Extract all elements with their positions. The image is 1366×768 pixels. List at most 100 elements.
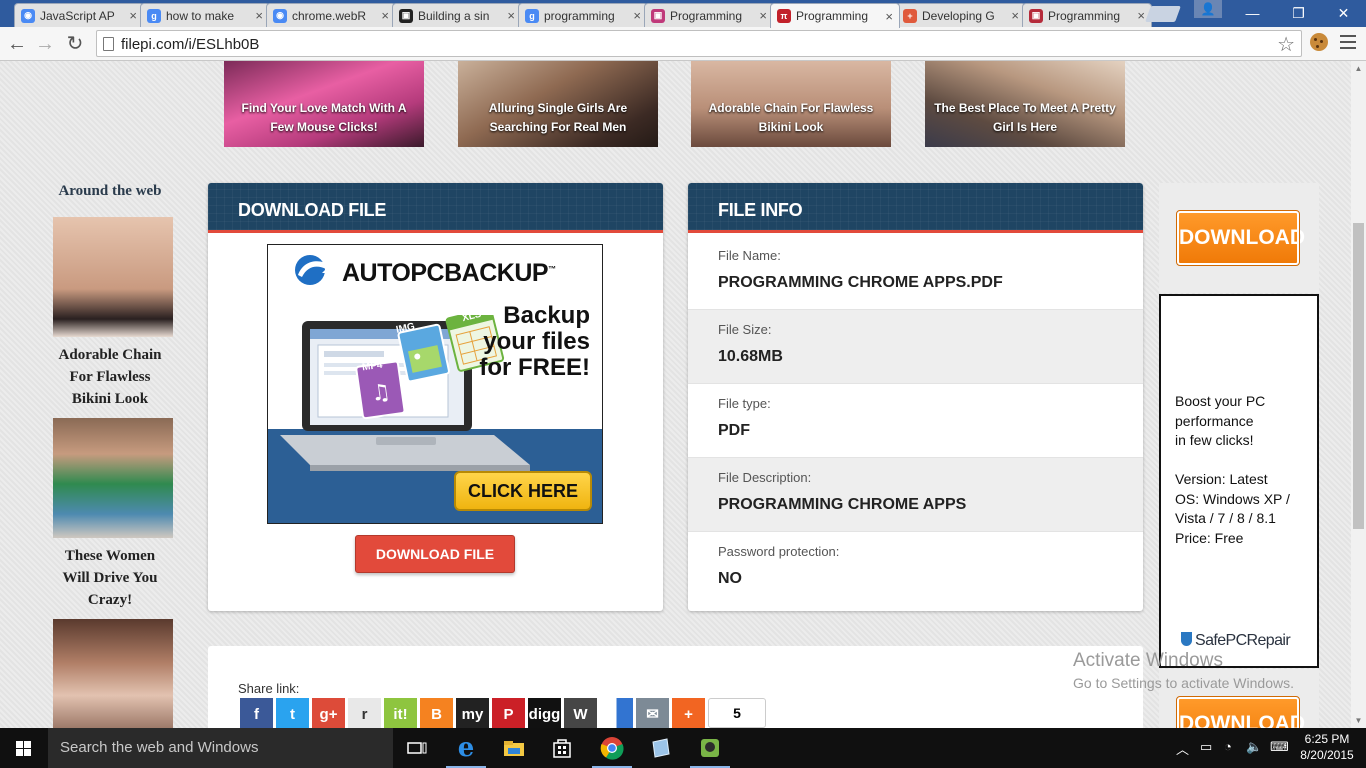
- promo-tile[interactable]: Adorable Chain For Flawless Bikini Look: [691, 61, 891, 147]
- download-file-button[interactable]: DOWNLOAD FILE: [355, 535, 515, 573]
- delicious-icon[interactable]: [600, 698, 633, 728]
- menu-icon[interactable]: [1340, 35, 1356, 49]
- around-web-caption[interactable]: These Women Will Drive You Crazy!: [50, 545, 170, 611]
- autopcbackup-ad[interactable]: AUTOPCBACKUP™ ♫ IMG XLS MP4 Backup your …: [267, 244, 603, 524]
- click-here-button[interactable]: CLICK HERE: [454, 471, 592, 511]
- address-url[interactable]: filepi.com/i/ESLhb0B: [121, 36, 259, 53]
- side-download-button[interactable]: DOWNLOAD: [1176, 210, 1305, 266]
- pi-icon: π: [777, 9, 791, 23]
- wordpress-icon[interactable]: W: [564, 698, 597, 728]
- edge-icon[interactable]: e: [442, 728, 490, 768]
- volume-icon[interactable]: 🔈: [1246, 739, 1262, 755]
- browser-tab[interactable]: ▣ Programming ×: [644, 3, 774, 27]
- info-value: PROGRAMMING CHROME APPS.PDF: [718, 274, 1003, 291]
- tab-close-icon[interactable]: ×: [1137, 8, 1145, 23]
- tab-close-icon[interactable]: ×: [129, 8, 137, 23]
- safepcrepair-logo: SafePCRepair: [1181, 632, 1291, 650]
- browser-tab[interactable]: + Developing G ×: [896, 3, 1026, 27]
- bookmark-star-icon[interactable]: ☆: [1277, 32, 1295, 57]
- wifi-icon[interactable]: ◔: [1224, 739, 1232, 754]
- promo-tile[interactable]: Find Your Love Match With A Few Mouse Cl…: [224, 61, 424, 147]
- taskbar-clock[interactable]: 6:25 PM 8/20/2015: [1296, 731, 1358, 763]
- forward-arrow-icon[interactable]: →: [32, 31, 58, 57]
- tab-close-icon[interactable]: ×: [255, 8, 263, 23]
- browser-tab[interactable]: g programming ×: [518, 3, 648, 27]
- close-window-button[interactable]: ✕: [1321, 0, 1366, 26]
- around-web-image[interactable]: [53, 619, 173, 728]
- file-info-panel: FILE INFO File Name: PROGRAMMING CHROME …: [688, 183, 1143, 611]
- new-tab-button[interactable]: [1145, 6, 1181, 22]
- tab-strip: ◉ JavaScript AP × g how to make × ◉ chrome.webR…: [0, 0, 1366, 28]
- myspace-icon[interactable]: my: [456, 698, 489, 728]
- reload-icon[interactable]: ↻: [62, 31, 88, 57]
- promo-tile[interactable]: Alluring Single Girls Are Searching For …: [458, 61, 658, 147]
- tab-close-icon[interactable]: ×: [1011, 8, 1019, 23]
- start-button[interactable]: [0, 728, 48, 768]
- google-icon: g: [147, 8, 161, 23]
- share-panel: Share link: f t g+ r it! Bmy Pdigg W ✉ + 5: [208, 646, 1143, 728]
- tab-label: programming: [544, 8, 615, 23]
- more-share-icon[interactable]: +: [672, 698, 705, 728]
- browser-tab[interactable]: ▣ Programming ×: [1022, 3, 1152, 27]
- autopcbackup-brand: AUTOPCBACKUP™: [342, 259, 556, 287]
- scroll-down-icon[interactable]: ▼: [1351, 713, 1366, 728]
- info-key: Password protection:: [718, 544, 840, 559]
- keyboard-icon[interactable]: ⌨: [1270, 739, 1289, 755]
- promo-text: The Best Place To Meet A Pretty Girl Is …: [934, 101, 1116, 134]
- around-web-image[interactable]: [53, 418, 173, 538]
- scroll-up-icon[interactable]: ▲: [1351, 61, 1366, 76]
- digg-icon[interactable]: digg: [528, 698, 561, 728]
- back-arrow-icon[interactable]: ←: [4, 31, 30, 57]
- browser-tab[interactable]: π Programming ×: [770, 3, 900, 28]
- taskbar-search[interactable]: Search the web and Windows: [48, 728, 393, 768]
- chrome-icon[interactable]: [588, 728, 636, 768]
- browser-tab[interactable]: ◉ chrome.webR ×: [266, 3, 396, 27]
- tab-close-icon[interactable]: ×: [381, 8, 389, 23]
- notepad-icon[interactable]: [636, 728, 684, 768]
- cookie-extension-icon[interactable]: [1310, 33, 1328, 51]
- side-download-button-2[interactable]: DOWNLOAD: [1176, 696, 1305, 728]
- file-type-row: File type: PDF: [688, 384, 1143, 458]
- tab-label: Programming: [796, 9, 869, 23]
- info-value: NO: [718, 570, 742, 587]
- tab-label: JavaScript AP: [40, 8, 115, 23]
- around-web-caption[interactable]: Adorable Chain For Flawless Bikini Look: [50, 344, 170, 410]
- around-web-image[interactable]: [53, 217, 173, 337]
- tab-label: Developing G: [922, 8, 995, 23]
- evernote-icon[interactable]: [686, 728, 734, 768]
- chrome-icon: ◉: [21, 8, 35, 23]
- share-link-label: Share link:: [238, 681, 300, 696]
- reddit-icon[interactable]: r: [348, 698, 381, 728]
- pinterest-icon[interactable]: P: [492, 698, 525, 728]
- tray-chevron-icon[interactable]: ︿: [1176, 739, 1189, 758]
- tab-close-icon[interactable]: ×: [885, 9, 893, 24]
- google-plus-icon[interactable]: g+: [312, 698, 345, 728]
- facebook-icon[interactable]: f: [240, 698, 273, 728]
- promo-text: Alluring Single Girls Are Searching For …: [488, 101, 628, 134]
- tab-close-icon[interactable]: ×: [759, 8, 767, 23]
- twitter-icon[interactable]: t: [276, 698, 309, 728]
- scoopit-icon[interactable]: it!: [384, 698, 417, 728]
- file-info-title: FILE INFO: [688, 183, 1143, 233]
- blogger-icon[interactable]: B: [420, 698, 453, 728]
- address-bar[interactable]: filepi.com/i/ESLhb0B ☆: [96, 30, 1302, 57]
- browser-tab[interactable]: ▣ Building a sin ×: [392, 3, 522, 27]
- safepcrepair-ad[interactable]: Boost your PC performance in few clicks!…: [1159, 294, 1319, 668]
- user-profile-icon[interactable]: 👤: [1194, 0, 1222, 18]
- safepcrepair-ad-text: Boost your PC performance in few clicks!…: [1175, 393, 1290, 546]
- info-key: File Name:: [718, 248, 781, 263]
- browser-tab[interactable]: ◉ JavaScript AP ×: [14, 3, 144, 27]
- task-view-icon[interactable]: [393, 728, 441, 768]
- store-icon[interactable]: [538, 728, 586, 768]
- tab-close-icon[interactable]: ×: [633, 8, 641, 23]
- restore-button[interactable]: ❐: [1276, 0, 1321, 26]
- promo-tile[interactable]: The Best Place To Meet A Pretty Girl Is …: [925, 61, 1125, 147]
- browser-tab[interactable]: g how to make ×: [140, 3, 270, 27]
- email-icon[interactable]: ✉: [636, 698, 669, 728]
- tab-close-icon[interactable]: ×: [507, 8, 515, 23]
- minimize-button[interactable]: —: [1230, 0, 1275, 26]
- scrollbar-thumb[interactable]: [1353, 223, 1364, 529]
- page-scrollbar[interactable]: ▲ ▼: [1351, 61, 1366, 728]
- battery-icon[interactable]: ▭: [1200, 739, 1212, 755]
- file-explorer-icon[interactable]: [490, 728, 538, 768]
